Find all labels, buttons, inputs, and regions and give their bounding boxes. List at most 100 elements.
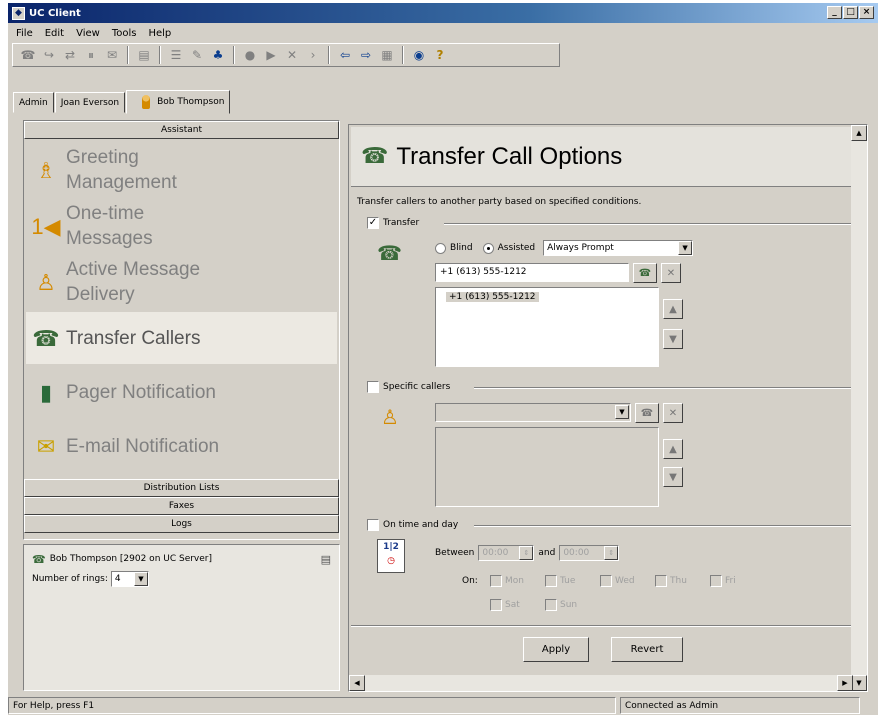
group-divider bbox=[474, 525, 862, 527]
back-icon[interactable]: ⇦ bbox=[336, 46, 354, 64]
next-icon[interactable]: › bbox=[304, 46, 322, 64]
tab-admin[interactable]: Admin bbox=[13, 92, 54, 113]
number-list[interactable]: +1 (613) 555-1212 bbox=[435, 287, 659, 367]
wed-checkbox[interactable] bbox=[600, 575, 612, 587]
nav-greeting-management[interactable]: ♗ Greeting Management bbox=[26, 143, 337, 197]
list-icon[interactable]: ☰ bbox=[167, 46, 185, 64]
prompt-value: Always Prompt bbox=[547, 243, 614, 253]
blind-radio[interactable] bbox=[435, 242, 446, 254]
phone-icon[interactable]: ☎ bbox=[19, 46, 37, 64]
tab-label: Bob Thompson bbox=[157, 97, 225, 107]
scroll-down-icon[interactable]: ▼ bbox=[851, 675, 867, 691]
section-logs[interactable]: Logs bbox=[24, 515, 339, 533]
sun-checkbox[interactable] bbox=[545, 599, 557, 611]
sat-checkbox[interactable] bbox=[490, 599, 502, 611]
menu-edit[interactable]: Edit bbox=[39, 28, 70, 39]
phone-settings-icon[interactable]: ▤ bbox=[321, 553, 331, 566]
nav-label: E-mail Notification bbox=[66, 435, 220, 457]
group-divider bbox=[444, 223, 862, 225]
specific-caller-select[interactable]: ▼ bbox=[435, 403, 631, 422]
toolbar-separator bbox=[328, 46, 330, 64]
vertical-scrollbar[interactable]: ▲ ▼ bbox=[851, 125, 867, 691]
chevron-down-icon[interactable]: ▼ bbox=[678, 241, 693, 255]
transfer-callers-icon: ☎ bbox=[32, 325, 60, 351]
play-icon[interactable]: ▶ bbox=[262, 46, 280, 64]
hold-icon[interactable]: ⏸ bbox=[82, 46, 100, 64]
time-to-input[interactable]: 00:00 ⇕ bbox=[559, 545, 620, 561]
section-distribution-lists[interactable]: Distribution Lists bbox=[24, 479, 339, 497]
scroll-right-icon[interactable]: ▶ bbox=[837, 675, 853, 691]
address-book-icon[interactable]: ☎ bbox=[633, 263, 657, 283]
nav-label: One-time bbox=[66, 203, 145, 224]
delete-icon[interactable]: ✕ bbox=[661, 263, 681, 283]
apply-button[interactable]: Apply bbox=[523, 637, 589, 662]
delete-icon[interactable]: ✕ bbox=[283, 46, 301, 64]
maximize-button[interactable]: □ bbox=[843, 6, 858, 19]
address-book-icon[interactable]: ☎ bbox=[635, 403, 659, 423]
toolbar-separator bbox=[159, 46, 161, 64]
folder-icon[interactable]: ▤ bbox=[135, 46, 153, 64]
edit-icon[interactable]: ✎ bbox=[188, 46, 206, 64]
time-to-value: 00:00 bbox=[563, 548, 590, 558]
group-divider bbox=[474, 387, 862, 389]
voicemail-icon[interactable]: ✉ bbox=[103, 46, 121, 64]
user-info-panel: ☎ Bob Thompson [2902 on UC Server] ▤ Num… bbox=[23, 544, 340, 691]
rings-value: 4 bbox=[114, 574, 121, 584]
specific-callers-list[interactable] bbox=[435, 427, 659, 507]
user-phone-icon: ☎ bbox=[32, 552, 46, 566]
rings-select[interactable]: 4 ▼ bbox=[110, 571, 149, 587]
time-from-input[interactable]: 00:00 ⇕ bbox=[478, 545, 535, 561]
section-assistant[interactable]: Assistant bbox=[24, 121, 339, 139]
close-button[interactable]: × bbox=[859, 6, 874, 19]
nav-transfer-callers[interactable]: ☎ Transfer Callers bbox=[26, 312, 337, 364]
move-up-icon[interactable]: ▲ bbox=[663, 299, 683, 319]
specific-callers-checkbox[interactable] bbox=[367, 381, 379, 393]
help-icon[interactable]: ? bbox=[431, 46, 449, 64]
prompt-select[interactable]: Always Prompt ▼ bbox=[543, 240, 694, 256]
tab-joan-everson[interactable]: Joan Everson bbox=[54, 92, 126, 113]
record-icon[interactable]: ● bbox=[241, 46, 259, 64]
transfer-label: Transfer bbox=[383, 218, 420, 228]
transfer-checkbox[interactable]: ✓ bbox=[367, 217, 379, 229]
mon-checkbox[interactable] bbox=[490, 575, 502, 587]
assisted-radio[interactable] bbox=[482, 242, 494, 254]
move-down-icon[interactable]: ▼ bbox=[663, 467, 683, 487]
chevron-down-icon[interactable]: ▼ bbox=[133, 572, 148, 586]
menu-help[interactable]: Help bbox=[142, 28, 177, 39]
and-label: and bbox=[538, 548, 556, 558]
spinner-icon[interactable]: ⇕ bbox=[604, 546, 619, 560]
revert-button[interactable]: Revert bbox=[611, 637, 683, 662]
delete-icon[interactable]: ✕ bbox=[663, 403, 683, 423]
horizontal-scrollbar[interactable]: ◀ ▶ bbox=[349, 675, 853, 691]
time-day-checkbox[interactable] bbox=[367, 519, 379, 531]
scroll-up-icon[interactable]: ▲ bbox=[851, 125, 867, 141]
chevron-down-icon[interactable]: ▼ bbox=[615, 405, 629, 419]
menu-view[interactable]: View bbox=[70, 28, 106, 39]
menu-tools[interactable]: Tools bbox=[106, 28, 143, 39]
forward-icon[interactable]: ↪ bbox=[40, 46, 58, 64]
nav-active-message-delivery[interactable]: ♙ Active Message Delivery bbox=[26, 255, 337, 309]
minimize-button[interactable]: _ bbox=[827, 6, 842, 19]
nav-label: Active Message bbox=[66, 259, 201, 280]
globe-icon[interactable]: ◉ bbox=[410, 46, 428, 64]
tue-checkbox[interactable] bbox=[545, 575, 557, 587]
people-icon[interactable]: ♣ bbox=[209, 46, 227, 64]
nav-pager-notification[interactable]: ▮ Pager Notification bbox=[26, 368, 337, 416]
day-label: Wed bbox=[615, 576, 635, 586]
transfer-icon[interactable]: ⇄ bbox=[61, 46, 79, 64]
nav-one-time-messages[interactable]: 1◀ One-time Messages bbox=[26, 199, 337, 253]
list-item[interactable]: +1 (613) 555-1212 bbox=[446, 292, 539, 302]
tab-bob-thompson[interactable]: Bob Thompson bbox=[126, 90, 231, 114]
spinner-icon[interactable]: ⇕ bbox=[519, 546, 534, 560]
thu-checkbox[interactable] bbox=[655, 575, 667, 587]
forward-arrow-icon[interactable]: ⇨ bbox=[357, 46, 375, 64]
nav-email-notification[interactable]: ✉ E-mail Notification bbox=[26, 422, 337, 470]
move-up-icon[interactable]: ▲ bbox=[663, 439, 683, 459]
move-down-icon[interactable]: ▼ bbox=[663, 329, 683, 349]
scroll-left-icon[interactable]: ◀ bbox=[349, 675, 365, 691]
fri-checkbox[interactable] bbox=[710, 575, 722, 587]
doc-icon[interactable]: ▦ bbox=[378, 46, 396, 64]
menu-file[interactable]: File bbox=[10, 28, 39, 39]
section-faxes[interactable]: Faxes bbox=[24, 497, 339, 515]
number-input[interactable]: +1 (613) 555-1212 bbox=[435, 263, 629, 282]
